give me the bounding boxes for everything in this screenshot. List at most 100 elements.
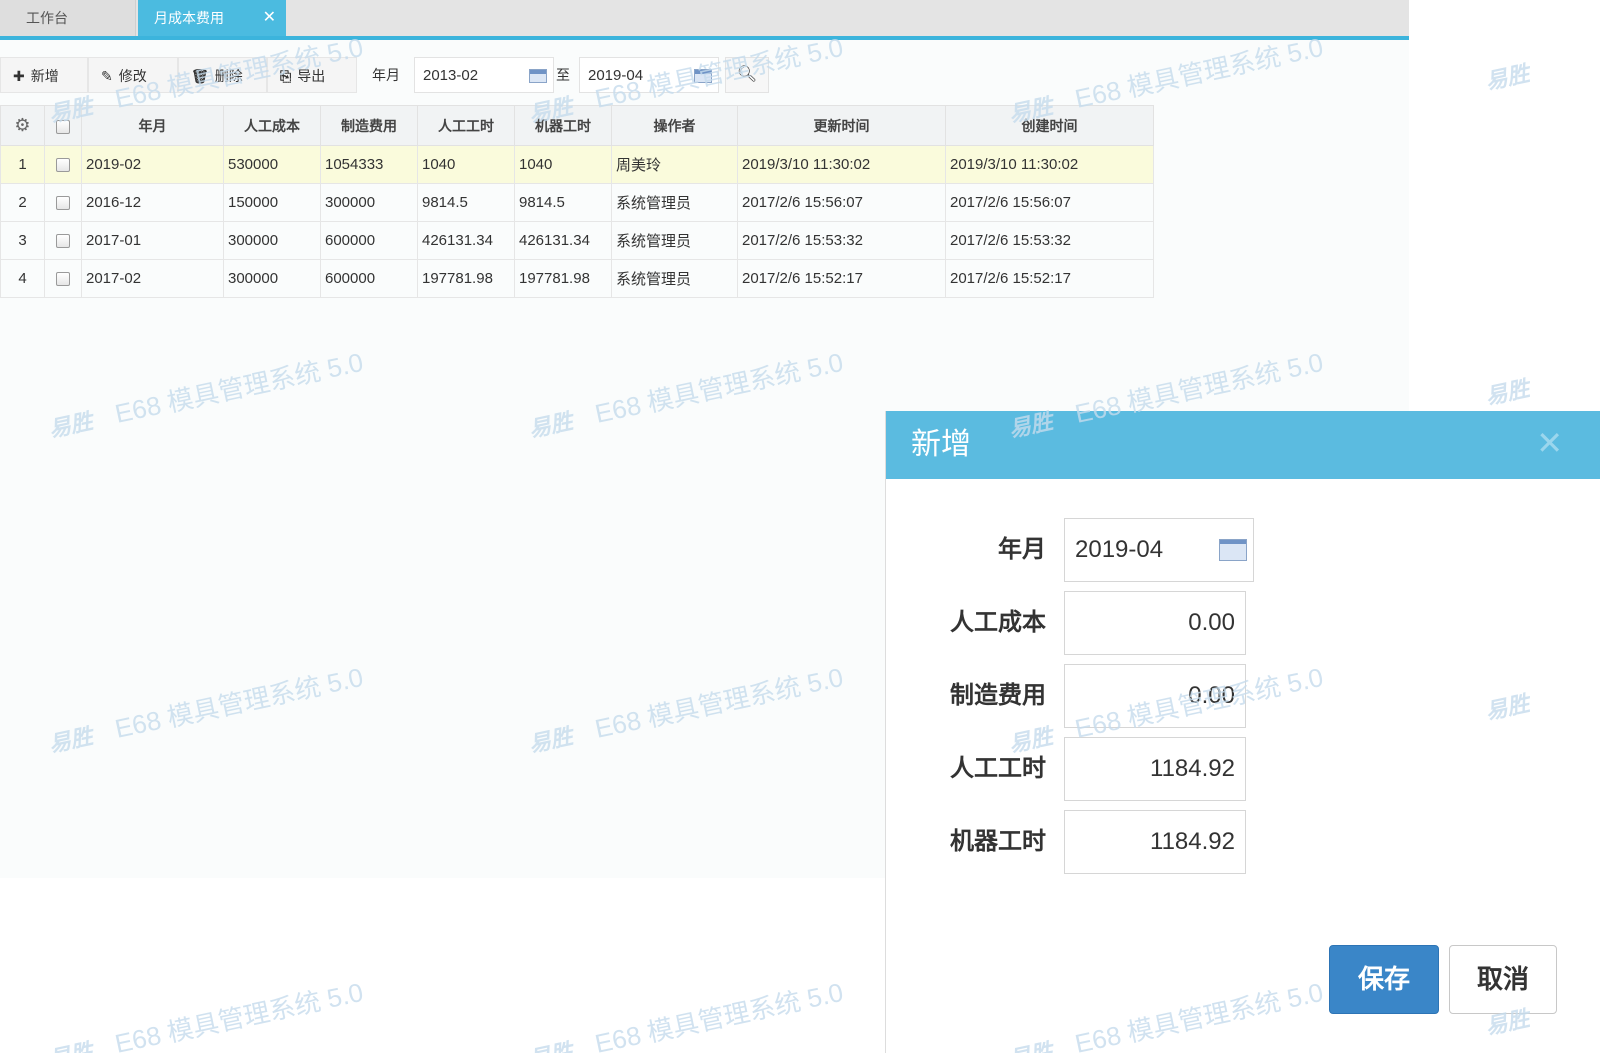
column-header[interactable]: 操作者 (611, 105, 738, 146)
watermark-logo: 易胜 (527, 1038, 575, 1053)
cell-labor: 150000 (223, 183, 321, 222)
machine-hours-label: 机器工时 (950, 828, 1046, 855)
cell-labor-hours: 9814.5 (417, 183, 515, 222)
cell-labor: 300000 (223, 221, 321, 260)
labor-hours-field[interactable]: 1184.92 (1064, 737, 1246, 801)
to-label: 至 (556, 67, 570, 83)
table-row[interactable]: 4 2017-02 300000 600000 197781.98 197781… (0, 259, 1154, 298)
gear-icon[interactable]: ⚙ (14, 115, 30, 135)
toolbar: ✚ 新增 ✎ 修改 🗑 删除 ⎘ 导出 年月 2013-02 至 2019-04 🔍︎ (0, 57, 1409, 93)
month-label: 年月 (998, 536, 1046, 563)
cell-machine-hours: 426131.34 (514, 221, 612, 260)
settings-column[interactable]: ⚙ (0, 105, 45, 146)
export-button[interactable]: ⎘ 导出 (267, 57, 357, 93)
cell-updated: 2017/2/6 15:52:17 (737, 259, 946, 298)
calendar-icon[interactable] (694, 69, 712, 83)
column-header[interactable]: 创建时间 (945, 105, 1154, 146)
row-number: 3 (0, 221, 45, 260)
row-checkbox-cell (44, 183, 82, 222)
date-from-input[interactable]: 2013-02 (414, 57, 554, 93)
row-checkbox[interactable] (56, 234, 70, 249)
watermark-logo: 易胜 (1483, 375, 1532, 410)
cost-table: ⚙ 年月 人工成本 制造费用 人工工时 机器工时 操作者 更新时间 创建时间 1… (0, 105, 1154, 298)
select-all-checkbox[interactable] (56, 119, 70, 134)
tab-workbench[interactable]: 工作台 (0, 0, 136, 36)
search-button[interactable]: 🔍︎ (725, 57, 769, 93)
cell-month: 2017-02 (81, 259, 224, 298)
edit-button[interactable]: ✎ 修改 (88, 57, 178, 93)
tab-label: 工作台 (26, 10, 68, 26)
watermark: 易胜 E68 模具管理系统 5.0 (45, 972, 367, 1053)
tab-bar: 工作台 月成本费用 ✕ (0, 0, 1409, 40)
cell-labor-hours: 426131.34 (417, 221, 515, 260)
dialog-header: 新增 ✕ (886, 411, 1600, 479)
watermark: 易胜 E68 模具管理系统 5.0 (525, 972, 847, 1053)
cell-updated: 2017/2/6 15:56:07 (737, 183, 946, 222)
close-icon[interactable]: ✕ (1536, 427, 1563, 459)
labor-cost-field[interactable]: 0.00 (1064, 591, 1246, 655)
table-row[interactable]: 3 2017-01 300000 600000 426131.34 426131… (0, 221, 1154, 260)
cell-mfg: 300000 (320, 183, 418, 222)
field-row-labor-hours: 人工工时 1184.92 (886, 737, 1600, 801)
cell-updated: 2019/3/10 11:30:02 (737, 145, 946, 184)
row-checkbox-cell (44, 145, 82, 184)
column-header[interactable]: 更新时间 (737, 105, 946, 146)
cell-mfg: 1054333 (320, 145, 418, 184)
column-header[interactable]: 年月 (81, 105, 224, 146)
cell-labor-hours: 197781.98 (417, 259, 515, 298)
labor-cost-label: 人工成本 (950, 609, 1046, 636)
cell-month: 2017-01 (81, 221, 224, 260)
save-button[interactable]: 保存 (1329, 945, 1439, 1014)
column-header[interactable]: 机器工时 (514, 105, 612, 146)
table-row[interactable]: 2 2016-12 150000 300000 9814.5 9814.5 系统… (0, 183, 1154, 222)
mfg-cost-field[interactable]: 0.00 (1064, 664, 1246, 728)
cell-machine-hours: 9814.5 (514, 183, 612, 222)
edit-label: 修改 (118, 68, 147, 84)
delete-label: 删除 (214, 68, 243, 84)
field-row-machine-hours: 机器工时 1184.92 (886, 810, 1600, 874)
cell-machine-hours: 1040 (514, 145, 612, 184)
row-checkbox[interactable] (56, 158, 70, 173)
table-row[interactable]: 1 2019-02 530000 1054333 1040 1040 周美玲 2… (0, 145, 1154, 184)
calendar-icon[interactable] (529, 69, 547, 83)
cell-operator: 系统管理员 (611, 259, 738, 298)
delete-button[interactable]: 🗑 删除 (178, 57, 267, 93)
select-all-column (44, 105, 82, 146)
plus-icon: ✚ (13, 68, 25, 84)
watermark-logo: 易胜 (1483, 60, 1532, 95)
add-label: 新增 (30, 68, 59, 84)
month-field[interactable]: 2019-04 (1064, 518, 1254, 582)
pencil-icon: ✎ (101, 68, 113, 84)
export-label: 导出 (297, 68, 326, 84)
cell-machine-hours: 197781.98 (514, 259, 612, 298)
machine-hours-field[interactable]: 1184.92 (1064, 810, 1246, 874)
search-icon: 🔍︎ (736, 66, 758, 83)
date-to-input[interactable]: 2019-04 (579, 57, 719, 93)
row-checkbox[interactable] (56, 196, 70, 211)
table-header-row: ⚙ 年月 人工成本 制造费用 人工工时 机器工时 操作者 更新时间 创建时间 (0, 105, 1154, 146)
dialog-title: 新增 (911, 428, 971, 461)
row-number: 1 (0, 145, 45, 184)
cell-month: 2019-02 (81, 145, 224, 184)
row-checkbox[interactable] (56, 272, 70, 287)
tab-label: 月成本费用 (154, 10, 224, 26)
tab-monthly-cost[interactable]: 月成本费用 ✕ (138, 0, 286, 36)
add-dialog: 新增 ✕ 年月 2019-04 人工成本 0.00 制造费用 0.00 人工工时… (885, 411, 1600, 1053)
add-button[interactable]: ✚ 新增 (0, 57, 88, 93)
close-icon[interactable]: ✕ (263, 0, 276, 36)
cancel-button[interactable]: 取消 (1449, 945, 1557, 1014)
export-icon: ⎘ (280, 68, 292, 84)
column-header[interactable]: 制造费用 (320, 105, 418, 146)
cell-operator: 周美玲 (611, 145, 738, 184)
watermark-logo: 易胜 (47, 1038, 95, 1053)
column-header[interactable]: 人工工时 (417, 105, 515, 146)
cell-operator: 系统管理员 (611, 183, 738, 222)
column-header[interactable]: 人工成本 (223, 105, 321, 146)
month-value: 2019-04 (1075, 536, 1164, 563)
cell-labor-hours: 1040 (417, 145, 515, 184)
cell-labor: 300000 (223, 259, 321, 298)
calendar-icon[interactable] (1219, 539, 1247, 561)
cell-created: 2017/2/6 15:53:32 (945, 221, 1154, 260)
cell-updated: 2017/2/6 15:53:32 (737, 221, 946, 260)
date-from-value: 2013-02 (423, 67, 479, 84)
